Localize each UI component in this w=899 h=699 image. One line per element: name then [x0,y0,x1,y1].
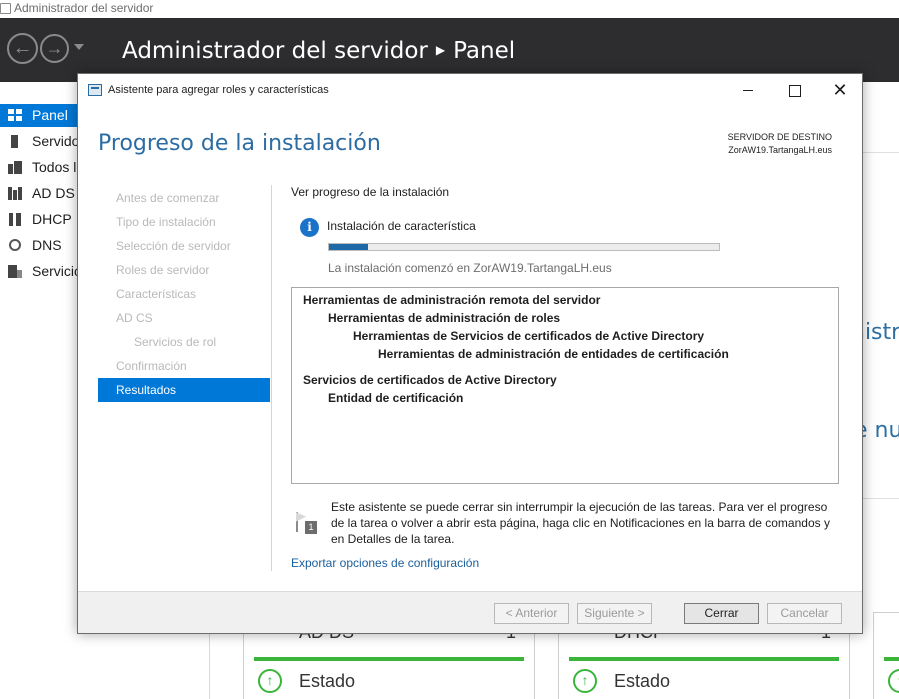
install-progress-fill [329,244,368,250]
result-item: Entidad de certificación [328,391,464,405]
step-ad-cs: AD CS [116,311,153,325]
breadcrumb-separator-icon: ▶ [435,43,446,57]
info-icon: i [300,218,319,237]
sidebar-item-label: DNS [32,237,62,253]
maximize-icon[interactable] [771,74,817,106]
step-server-roles: Roles de servidor [116,263,210,277]
destination-server-name: ZorAW19.TartangaLH.eus [728,145,832,155]
sidebar-item-label: DHCP [32,211,72,227]
notification-count-badge: 1 [305,521,317,534]
results-list[interactable]: Herramientas de administración remota de… [291,287,839,484]
chevron-down-icon[interactable] [74,44,84,50]
forward-arrow-icon[interactable]: → [40,34,69,63]
export-configuration-link[interactable]: Exportar opciones de configuración [291,556,479,570]
add-roles-wizard-dialog: Asistente para agregar roles y caracterí… [77,73,863,634]
content-title: Ver progreso de la instalación [291,185,450,199]
breadcrumb-app: Administrador del servidor [122,38,428,64]
page-title: Progreso de la instalación [98,131,381,156]
tile-status-bar [884,657,899,661]
notification-flag-icon: 1 [294,510,317,534]
result-item: Herramientas de administración de entida… [378,347,729,361]
step-results[interactable]: Resultados [98,378,270,402]
next-button[interactable]: Siguiente > [577,603,652,624]
sidebar-item-panel[interactable]: Panel [0,104,78,127]
result-item: Herramientas de administración de roles [328,311,561,325]
step-server-selection: Selección de servidor [116,239,231,253]
server-manager-app-icon [0,3,11,14]
cancel-button[interactable]: Cancelar [767,603,842,624]
step-features: Características [116,287,197,301]
servers-icon [8,161,22,174]
breadcrumb: Administrador del servidor ▶ Panel [122,38,515,64]
status-up-icon: ↑ [573,669,597,693]
window-title: Administrador del servidor [14,1,154,15]
close-icon[interactable]: ✕ [817,74,863,106]
step-role-services: Servicios de rol [134,335,217,349]
file-services-icon [8,265,22,278]
status-up-icon: ↑ [258,669,282,693]
tile-partial[interactable]: ↑ [873,612,899,699]
step-installation-type: Tipo de instalación [116,215,216,229]
previous-button[interactable]: < Anterior [494,603,569,624]
status-up-icon: ↑ [888,669,899,693]
wizard-titlebar: Asistente para agregar roles y caracterí… [78,74,862,106]
dashboard-icon [8,109,22,122]
server-manager-titlebar: Administrador del servidor [0,0,899,18]
feature-install-label: Instalación de característica [327,219,476,233]
minimize-icon[interactable] [725,74,771,106]
close-button[interactable]: Cerrar [684,603,759,624]
destination-server-label: SERVIDOR DE DESTINO [727,132,832,142]
result-item: Herramientas de administración remota de… [303,293,601,307]
wizard-window-title: Asistente para agregar roles y caracterí… [108,84,329,96]
tile-status-label[interactable]: Estado [299,671,355,692]
close-wizard-note: Este asistente se puede cerrar sin inter… [331,500,830,546]
sidebar-item-label: AD DS [32,185,75,201]
install-progress-bar [328,243,720,251]
wizard-app-icon [88,84,102,96]
server-icon [11,135,18,148]
tile-status-label[interactable]: Estado [614,671,670,692]
install-started-text: La instalación comenzó en ZorAW19.Tartan… [328,261,612,275]
steps-divider [271,185,272,571]
ad-ds-icon [8,187,22,200]
tile-status-bar [254,657,524,661]
back-arrow-icon[interactable]: ← [7,33,38,64]
wizard-footer: < Anterior Siguiente > Cerrar Cancelar [78,591,862,633]
dns-icon [9,239,21,251]
step-confirmation: Confirmación [116,359,187,373]
sidebar-item-label: Panel [32,107,68,123]
dhcp-icon [8,213,22,226]
result-item: Herramientas de Servicios de certificado… [353,329,705,343]
step-before-you-begin: Antes de comenzar [116,191,220,205]
tile-status-bar [569,657,839,661]
breadcrumb-page: Panel [453,38,516,64]
result-item: Servicios de certificados de Active Dire… [303,373,557,387]
